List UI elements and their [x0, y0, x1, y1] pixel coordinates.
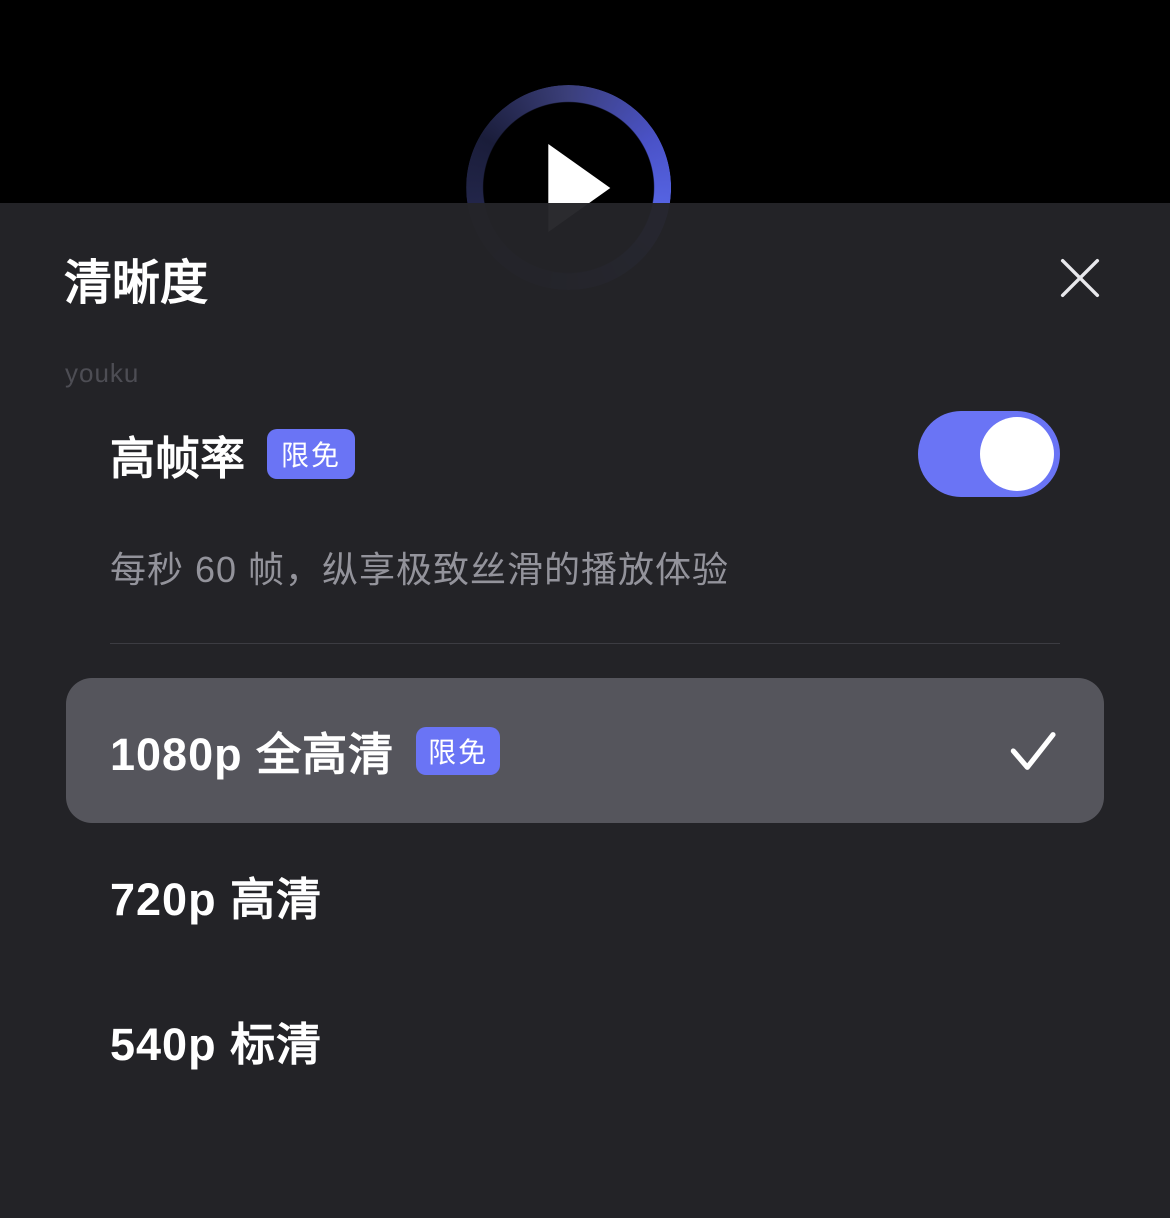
quality-option-720p[interactable]: 720p 高清	[66, 823, 1104, 968]
quality-option-540p[interactable]: 540p 标清	[66, 968, 1104, 1113]
close-button[interactable]	[1054, 252, 1106, 304]
sheet-title: 清晰度	[64, 243, 208, 313]
limited-free-badge: 限免	[416, 727, 500, 775]
option-left: 720p 高清	[110, 863, 322, 928]
option-left: 540p 标清	[110, 1008, 322, 1073]
high-framerate-row: 高帧率 限免	[110, 411, 1060, 497]
quality-option-1080p[interactable]: 1080p 全高清 限免	[66, 678, 1104, 823]
high-framerate-toggle[interactable]	[918, 411, 1060, 497]
check-icon	[1004, 723, 1060, 779]
watermark-text: youku	[65, 358, 139, 389]
high-framerate-section: 高帧率 限免 每秒 60 帧，纵享极致丝滑的播放体验	[110, 411, 1060, 644]
sheet-body: 高帧率 限免 每秒 60 帧，纵享极致丝滑的播放体验 1080p 全高清 限免	[0, 353, 1170, 1113]
high-framerate-label: 高帧率	[110, 422, 245, 487]
quality-options-list: 1080p 全高清 限免 720p 高清 540p 标清	[66, 678, 1104, 1113]
high-framerate-description: 每秒 60 帧，纵享极致丝滑的播放体验	[110, 541, 1060, 593]
high-framerate-label-group: 高帧率 限免	[110, 422, 355, 487]
option-label: 1080p 全高清	[110, 718, 394, 783]
toggle-knob-icon	[980, 417, 1054, 491]
option-label: 720p 高清	[110, 863, 322, 928]
option-left: 1080p 全高清 限免	[110, 718, 500, 783]
sheet-header: 清晰度	[0, 203, 1170, 353]
option-label: 540p 标清	[110, 1008, 322, 1073]
limited-free-badge: 限免	[267, 429, 355, 479]
close-icon	[1054, 252, 1106, 304]
quality-sheet: 清晰度 youku 高帧率 限免 每秒 60 帧，纵享极致丝滑的播放体验	[0, 203, 1170, 1218]
